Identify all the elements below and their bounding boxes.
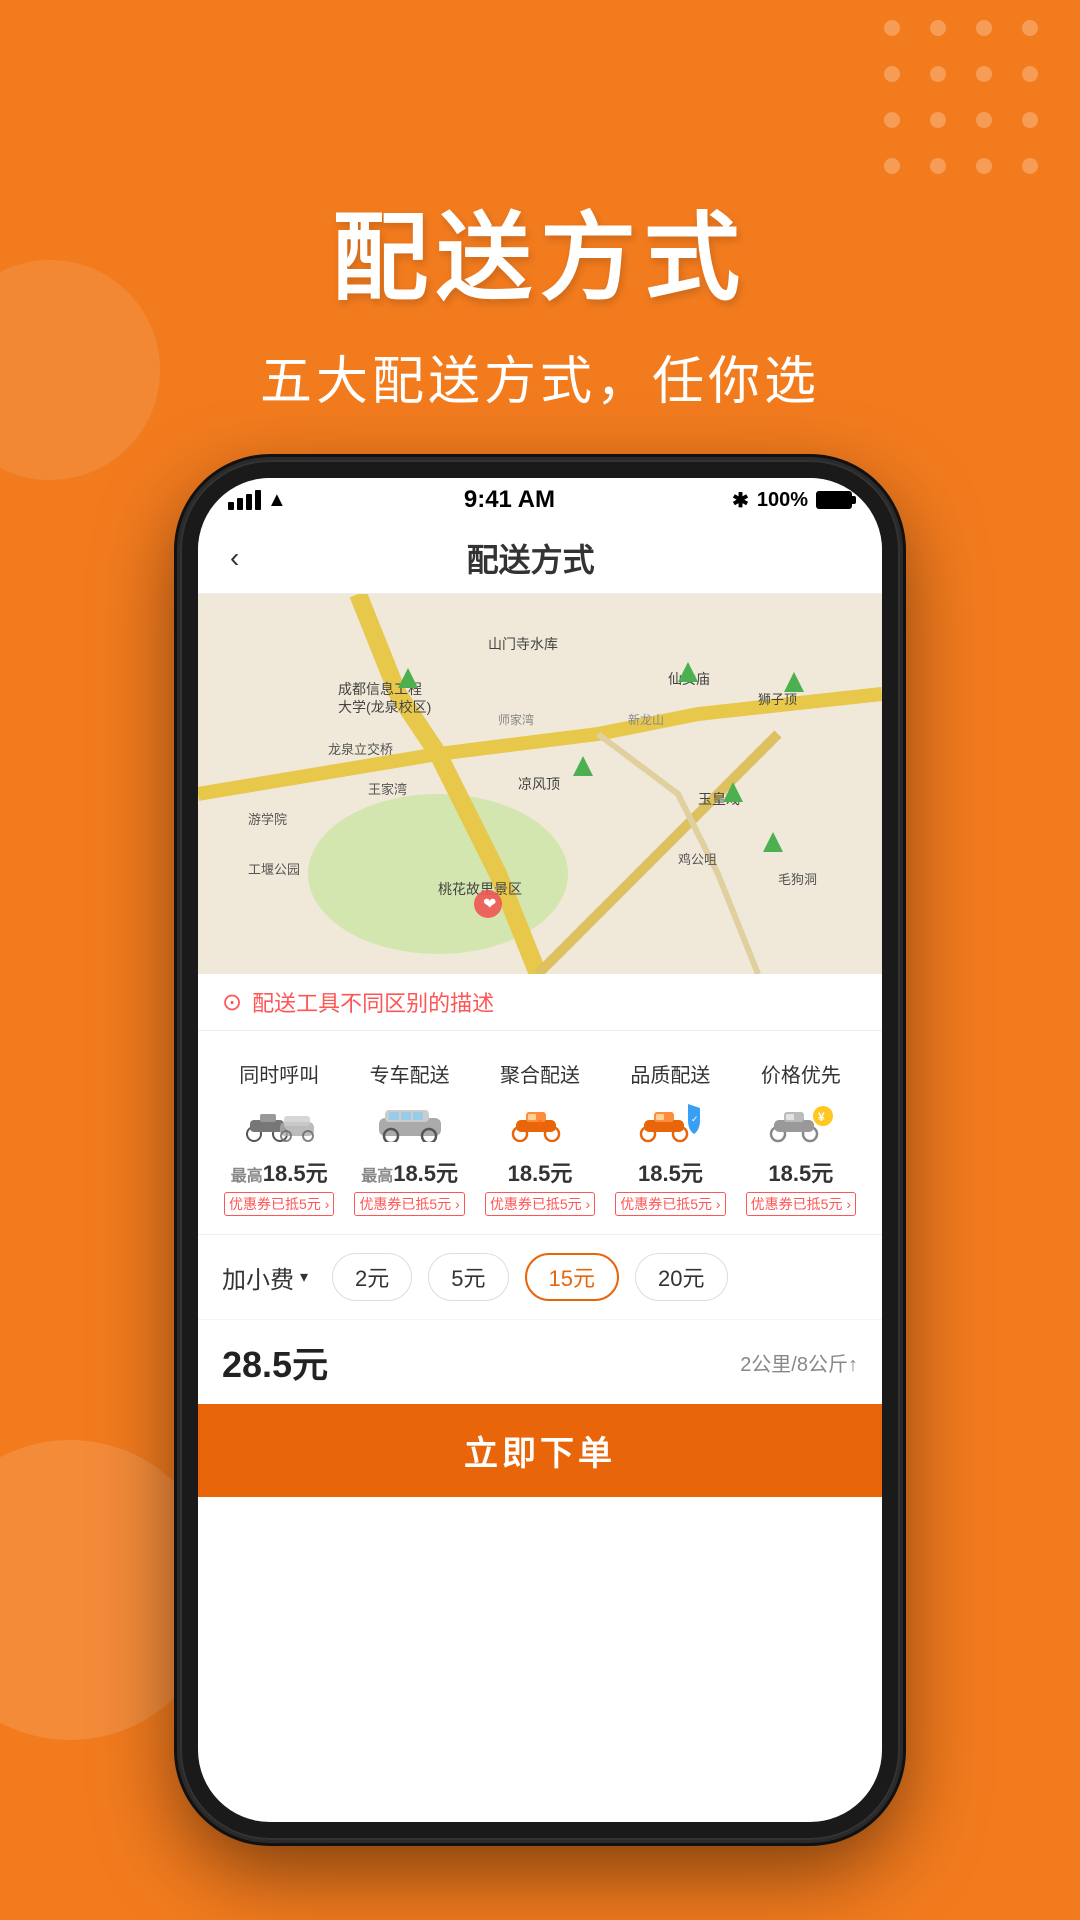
option-name-4: 价格优先 xyxy=(740,1059,862,1088)
option-name-0: 同时呼叫 xyxy=(218,1059,340,1088)
svg-text:大学(龙泉校区): 大学(龙泉校区) xyxy=(338,699,431,715)
nav-bar: ‹ 配送方式 xyxy=(198,522,882,594)
order-button[interactable]: 立即下单 xyxy=(198,1404,882,1497)
option-price-1: 最高18.5元 xyxy=(348,1156,470,1188)
signal-bar-3 xyxy=(246,494,252,510)
svg-text:毛狗洞: 毛狗洞 xyxy=(778,872,817,887)
phone-shell: ▲ 9:41 AM ✱ 100% ‹ 配送方式 xyxy=(180,460,900,1840)
fee-option-5[interactable]: 5元 xyxy=(428,1253,508,1301)
wifi-icon: ▲ xyxy=(267,489,287,512)
option-icon-2 xyxy=(479,1094,601,1150)
nav-title: 配送方式 xyxy=(247,535,814,581)
svg-text:龙泉立交桥: 龙泉立交桥 xyxy=(328,742,393,757)
fee-option-15[interactable]: 15元 xyxy=(525,1253,619,1301)
phone-mockup: ▲ 9:41 AM ✱ 100% ‹ 配送方式 xyxy=(180,460,900,1840)
option-price-0: 最高18.5元 xyxy=(218,1156,340,1188)
svg-text:❤: ❤ xyxy=(483,896,496,913)
option-price-2: 18.5元 xyxy=(479,1156,601,1188)
warning-bar: ⊙ 配送工具不同区别的描述 xyxy=(198,974,882,1031)
status-right: ✱ 100% xyxy=(732,488,852,513)
option-price-4: 18.5元 xyxy=(740,1156,862,1188)
svg-text:狮子顶: 狮子顶 xyxy=(758,692,797,707)
svg-text:鸡公咀: 鸡公咀 xyxy=(678,852,717,867)
option-coupon-0: 优惠券已抵5元 › xyxy=(218,1192,340,1216)
total-row: 28.5元 2公里/8公斤↑ xyxy=(198,1320,882,1404)
option-simultaneous[interactable]: 同时呼叫 xyxy=(214,1051,344,1224)
option-private-car[interactable]: 专车配送 xyxy=(344,1051,474,1224)
warning-icon: ⊙ xyxy=(222,988,242,1017)
fee-option-2[interactable]: 2元 xyxy=(332,1253,412,1301)
hero-subtitle: 五大配送方式，任你选 xyxy=(0,339,1080,414)
option-icon-4: ¥ xyxy=(740,1094,862,1150)
option-icon-0 xyxy=(218,1094,340,1150)
option-icon-3: ✓ xyxy=(609,1094,731,1150)
svg-text:新龙山: 新龙山 xyxy=(628,712,664,727)
total-price: 28.5元 xyxy=(222,1336,328,1388)
extra-fee-label: 加小费 ▾ xyxy=(222,1260,308,1295)
option-name-2: 聚合配送 xyxy=(479,1059,601,1088)
warning-text: 配送工具不同区别的描述 xyxy=(252,986,494,1018)
option-price-first[interactable]: 价格优先 ¥ xyxy=(736,1051,866,1224)
option-price-3: 18.5元 xyxy=(609,1156,731,1188)
svg-text:师家湾: 师家湾 xyxy=(498,712,534,727)
background-dots xyxy=(884,20,1050,186)
signal-bar-2 xyxy=(237,498,243,510)
map-area: 成都信息工程 大学(龙泉校区) 龙泉立交桥 山门寺水库 仙女庙 狮子顶 游学院 … xyxy=(198,594,882,974)
svg-text:¥: ¥ xyxy=(818,1110,825,1124)
svg-text:工堰公园: 工堰公园 xyxy=(248,862,300,877)
status-left: ▲ xyxy=(228,489,287,512)
delivery-options: 同时呼叫 xyxy=(198,1031,882,1235)
svg-text:游学院: 游学院 xyxy=(248,812,287,827)
option-icon-1 xyxy=(348,1094,470,1150)
option-aggregate[interactable]: 聚合配送 18.5元 xyxy=(475,1051,605,1224)
hero-title: 配送方式 xyxy=(0,180,1080,319)
option-name-3: 品质配送 xyxy=(609,1059,731,1088)
svg-text:王家湾: 王家湾 xyxy=(368,782,407,797)
fee-options: 2元 5元 15元 20元 xyxy=(332,1253,727,1301)
svg-text:✓: ✓ xyxy=(691,1114,699,1124)
status-time: 9:41 AM xyxy=(464,486,555,514)
signal-bars xyxy=(228,490,261,510)
signal-bar-1 xyxy=(228,502,234,510)
svg-text:凉风顶: 凉风顶 xyxy=(518,776,560,792)
battery-percent: 100% xyxy=(757,489,808,512)
extra-fee-row: 加小费 ▾ 2元 5元 15元 20元 xyxy=(198,1235,882,1320)
phone-screen: ▲ 9:41 AM ✱ 100% ‹ 配送方式 xyxy=(198,478,882,1822)
option-quality[interactable]: 品质配送 ✓ xyxy=(605,1051,735,1224)
dropdown-icon: ▾ xyxy=(300,1267,308,1287)
battery-icon xyxy=(816,491,852,509)
fee-option-20[interactable]: 20元 xyxy=(635,1253,727,1301)
option-coupon-4: 优惠券已抵5元 › xyxy=(740,1192,862,1216)
options-row: 同时呼叫 xyxy=(214,1051,866,1224)
option-name-1: 专车配送 xyxy=(348,1059,470,1088)
bluetooth-icon: ✱ xyxy=(732,488,749,513)
hero-section: 配送方式 五大配送方式，任你选 xyxy=(0,180,1080,414)
back-button[interactable]: ‹ xyxy=(222,534,247,582)
signal-bar-4 xyxy=(255,490,261,510)
status-bar: ▲ 9:41 AM ✱ 100% xyxy=(198,478,882,522)
delivery-info: 2公里/8公斤↑ xyxy=(740,1348,858,1377)
battery-fill xyxy=(818,493,850,507)
option-coupon-1: 优惠券已抵5元 › xyxy=(348,1192,470,1216)
option-coupon-3: 优惠券已抵5元 › xyxy=(609,1192,731,1216)
option-coupon-2: 优惠券已抵5元 › xyxy=(479,1192,601,1216)
svg-text:山门寺水库: 山门寺水库 xyxy=(488,636,558,652)
